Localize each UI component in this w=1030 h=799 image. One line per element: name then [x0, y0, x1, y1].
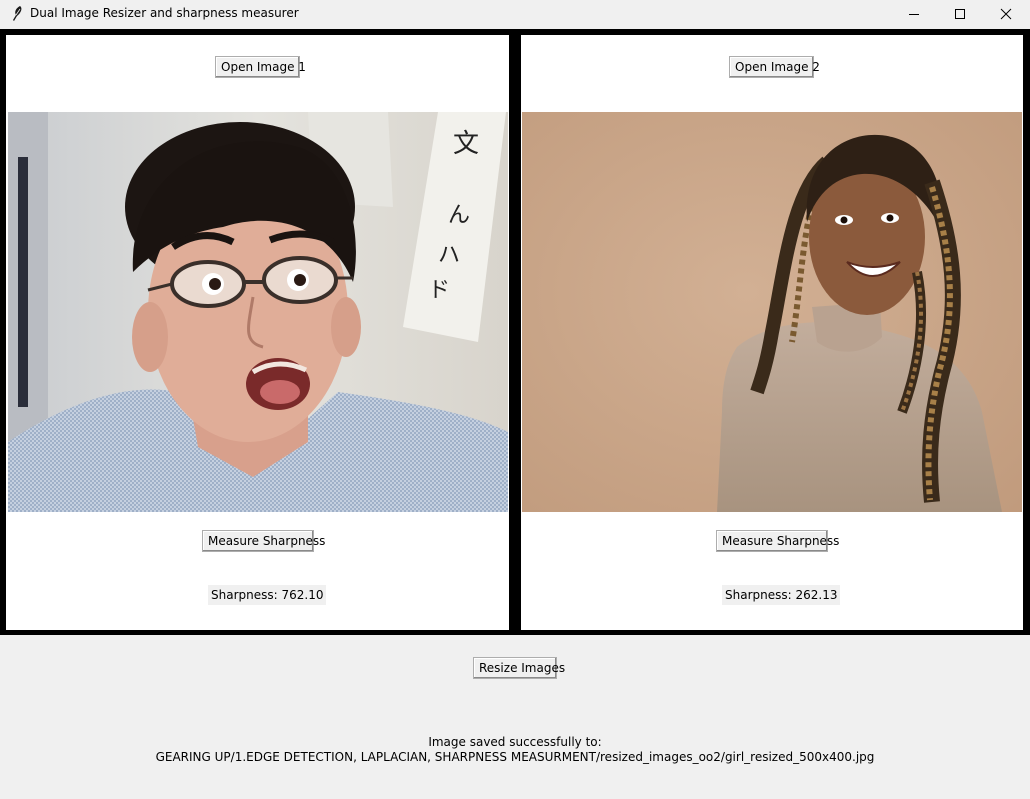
svg-text:ハ: ハ	[438, 243, 460, 268]
svg-text:ん: ん	[448, 203, 470, 228]
close-button[interactable]	[983, 0, 1029, 28]
sharpness-value-1: Sharpness: 762.10	[208, 585, 327, 605]
status-line-2: GEARING UP/1.EDGE DETECTION, LAPLACIAN, …	[155, 750, 875, 764]
minimize-icon	[908, 5, 920, 24]
resize-images-button[interactable]: Resize Images	[473, 657, 565, 679]
open-image-1-button[interactable]: Open Image 1	[215, 56, 306, 78]
measure-sharpness-button-2[interactable]: Measure Sharpness	[716, 530, 839, 552]
app-window: Dual Image Resizer and sharpness measure…	[0, 0, 1030, 799]
svg-text:ド: ド	[428, 278, 450, 303]
sharpness-value-2: Sharpness: 262.13	[722, 585, 841, 605]
measure-sharpness-button-1[interactable]: Measure Sharpness	[202, 530, 325, 552]
maximize-button[interactable]	[937, 0, 983, 28]
minimize-button[interactable]	[891, 0, 937, 28]
title-bar: Dual Image Resizer and sharpness measure…	[0, 0, 1030, 28]
status-line-1: Image saved successfully to:	[428, 735, 602, 749]
close-icon	[1000, 5, 1012, 24]
image-panel-2: Open Image 2 Measure Sharpness Sharpness…	[521, 35, 1023, 630]
image-1-preview: 文 ん ハ ド	[8, 112, 508, 512]
feather-icon	[9, 5, 25, 23]
open-image-2-button[interactable]: Open Image 2	[729, 56, 820, 78]
maximize-icon	[954, 5, 966, 24]
image-panel-1: Open Image 1 文 ん ハ ド Measure Sharpness S…	[6, 35, 509, 630]
image-2-preview	[522, 112, 1022, 512]
window-title: Dual Image Resizer and sharpness measure…	[30, 6, 299, 20]
status-message: Image saved successfully to: GEARING UP/…	[0, 735, 1030, 765]
svg-text:文: 文	[453, 129, 479, 159]
